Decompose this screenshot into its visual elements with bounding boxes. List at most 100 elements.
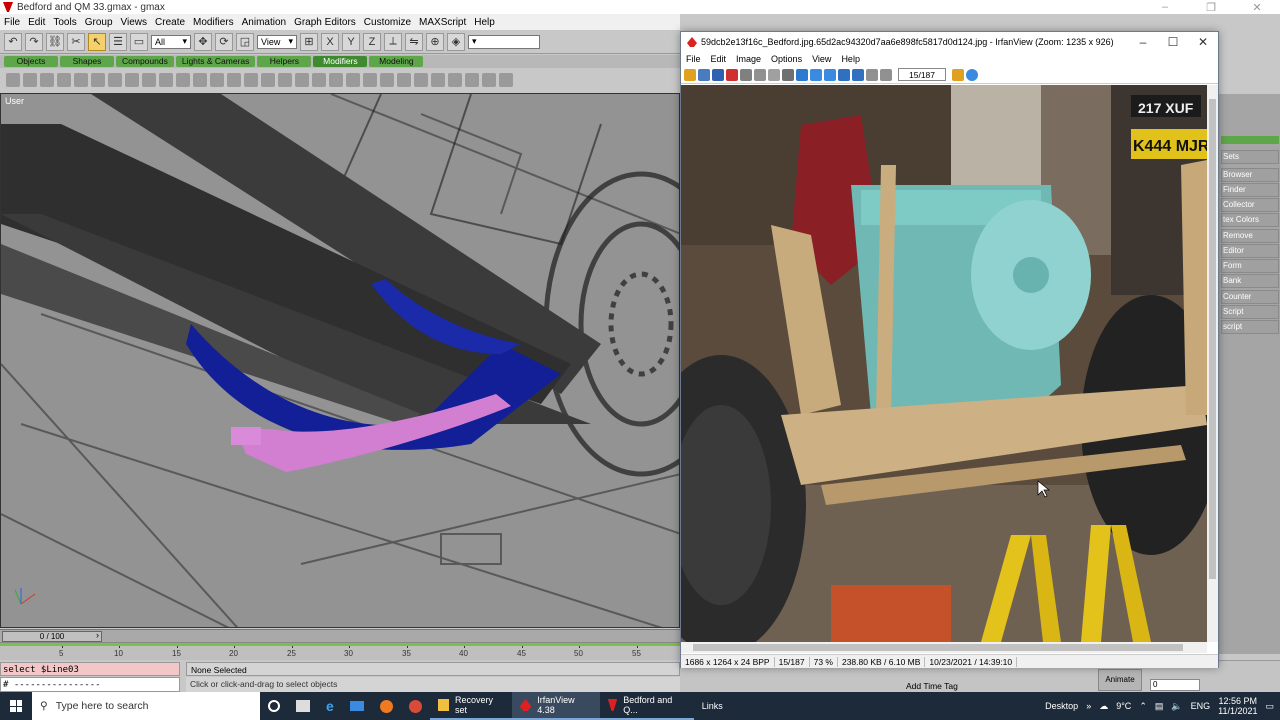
select-move-icon[interactable]: ✥: [194, 32, 212, 51]
link-icon[interactable]: ⛓: [46, 32, 64, 51]
menu-view[interactable]: View: [807, 54, 836, 64]
viewport-label[interactable]: User: [5, 96, 24, 106]
menu-file[interactable]: File: [0, 17, 24, 28]
time-slider[interactable]: 0 / 100 ›: [0, 629, 680, 642]
firefox-button[interactable]: [372, 692, 401, 720]
modeling-tool-icon[interactable]: [57, 73, 71, 87]
redo-icon[interactable]: ↷: [25, 32, 43, 51]
weather-icon[interactable]: ☁: [1099, 701, 1108, 712]
menu-group[interactable]: Group: [81, 17, 117, 28]
menu-customize[interactable]: Customize: [360, 17, 415, 28]
photo-canvas[interactable]: 217 XUF K444 MJR: [681, 85, 1207, 642]
select-rotate-icon[interactable]: ⟳: [215, 32, 233, 51]
command-panel-item[interactable]: script: [1221, 320, 1279, 334]
modeling-tool-icon[interactable]: [278, 73, 292, 87]
cut-icon[interactable]: [740, 68, 752, 81]
undo-icon[interactable]: ↶: [4, 32, 22, 51]
current-frame-field[interactable]: 0: [1150, 679, 1200, 691]
command-panel-item[interactable]: Bank: [1221, 274, 1279, 288]
last-icon[interactable]: [880, 68, 892, 81]
modeling-tool-icon[interactable]: [499, 73, 513, 87]
help-icon[interactable]: [966, 68, 978, 81]
vertical-scrollbar[interactable]: [1207, 85, 1218, 642]
command-panel-item[interactable]: Browser: [1221, 168, 1279, 182]
settings-icon[interactable]: [952, 68, 964, 81]
taskbar-app-gmax[interactable]: Bedford and Q...: [599, 692, 694, 720]
menu-views[interactable]: Views: [117, 17, 152, 28]
command-panel-item[interactable]: Remove: [1221, 229, 1279, 243]
tray-expand-icon[interactable]: ⌃: [1139, 701, 1147, 712]
material-icon[interactable]: ◈: [447, 32, 465, 51]
menu-graph-editors[interactable]: Graph Editors: [290, 17, 360, 28]
start-button[interactable]: [0, 692, 32, 720]
undo-icon[interactable]: [782, 68, 794, 81]
perspective-viewport[interactable]: User: [0, 93, 680, 628]
store-button[interactable]: [288, 692, 318, 720]
animate-button[interactable]: Animate: [1098, 669, 1142, 691]
time-slider-thumb[interactable]: 0 / 100: [2, 631, 102, 642]
axis-y-icon[interactable]: Y: [342, 32, 360, 51]
modeling-tool-icon[interactable]: [23, 73, 37, 87]
command-panel-item[interactable]: Collector: [1221, 198, 1279, 212]
command-panel-item[interactable]: Sets: [1221, 150, 1279, 164]
menu-modifiers[interactable]: Modifiers: [189, 17, 238, 28]
chevron-icon[interactable]: »: [1086, 701, 1091, 711]
modeling-tool-icon[interactable]: [295, 73, 309, 87]
taskbar-search[interactable]: ⚲ Type here to search: [32, 692, 260, 720]
modeling-tool-icon[interactable]: [193, 73, 207, 87]
menu-tools[interactable]: Tools: [49, 17, 80, 28]
scrollbar-thumb[interactable]: [693, 644, 1183, 651]
modeling-tool-icon[interactable]: [227, 73, 241, 87]
modeling-tool-icon[interactable]: [380, 73, 394, 87]
menu-file[interactable]: File: [681, 54, 706, 64]
time-next-icon[interactable]: ›: [96, 630, 99, 640]
first-icon[interactable]: [866, 68, 878, 81]
tab-modeling[interactable]: Modeling: [369, 56, 424, 67]
axis-x-icon[interactable]: X: [321, 32, 339, 51]
minimize-icon[interactable]: –: [1128, 35, 1158, 49]
unlink-icon[interactable]: ✂: [67, 32, 85, 51]
zoom-in-icon[interactable]: [810, 68, 822, 81]
taskbar-links-toolbar[interactable]: Links: [694, 692, 731, 720]
command-panel-item[interactable]: Script: [1221, 305, 1279, 319]
menu-edit[interactable]: Edit: [706, 54, 732, 64]
info-icon[interactable]: [796, 68, 808, 81]
close-icon[interactable]: ✕: [1188, 35, 1218, 49]
tab-lights-cameras[interactable]: Lights & Cameras: [175, 56, 256, 67]
next-icon[interactable]: [852, 68, 864, 81]
desktop-toolbar[interactable]: Desktop: [1045, 701, 1078, 711]
command-panel-item[interactable]: Form: [1221, 259, 1279, 273]
menu-edit[interactable]: Edit: [24, 17, 49, 28]
tab-compounds[interactable]: Compounds: [116, 56, 174, 67]
chrome-button[interactable]: [401, 692, 430, 720]
named-selection-dropdown[interactable]: ▾: [468, 34, 540, 49]
modeling-tool-icon[interactable]: [448, 73, 462, 87]
align-icon[interactable]: ⊕: [426, 32, 444, 51]
modeling-tool-icon[interactable]: [363, 73, 377, 87]
paste-icon[interactable]: [768, 68, 780, 81]
slideshow-icon[interactable]: [698, 68, 710, 81]
menu-image[interactable]: Image: [731, 54, 766, 64]
task-view-button[interactable]: [260, 692, 288, 720]
open-icon[interactable]: [684, 68, 696, 81]
notifications-icon[interactable]: ▭: [1265, 701, 1274, 712]
zoom-out-icon[interactable]: [824, 68, 836, 81]
modeling-tool-icon[interactable]: [6, 73, 20, 87]
close-icon[interactable]: ✕: [1234, 1, 1280, 14]
command-panel-item[interactable]: Editor: [1221, 244, 1279, 258]
select-by-name-icon[interactable]: ☰: [109, 32, 127, 51]
tab-objects[interactable]: Objects: [4, 56, 58, 67]
modeling-tool-icon[interactable]: [346, 73, 360, 87]
menu-maxscript[interactable]: MAXScript: [415, 17, 470, 28]
select-object-icon[interactable]: ↖: [88, 32, 106, 51]
modeling-tool-icon[interactable]: [125, 73, 139, 87]
modeling-tool-icon[interactable]: [244, 73, 258, 87]
selection-filter-dropdown[interactable]: All ▾: [151, 34, 191, 49]
taskbar-app-irfanview[interactable]: IrfanView 4.38: [511, 692, 600, 720]
modeling-tool-icon[interactable]: [142, 73, 156, 87]
restore-icon[interactable]: ❐: [1188, 1, 1234, 14]
taskbar-app-recovery-set[interactable]: Recovery set: [429, 692, 512, 720]
axis-xy-icon[interactable]: ⟂: [384, 32, 402, 51]
horizontal-scrollbar[interactable]: [681, 642, 1207, 653]
command-panel-item[interactable]: tex Colors: [1221, 213, 1279, 227]
